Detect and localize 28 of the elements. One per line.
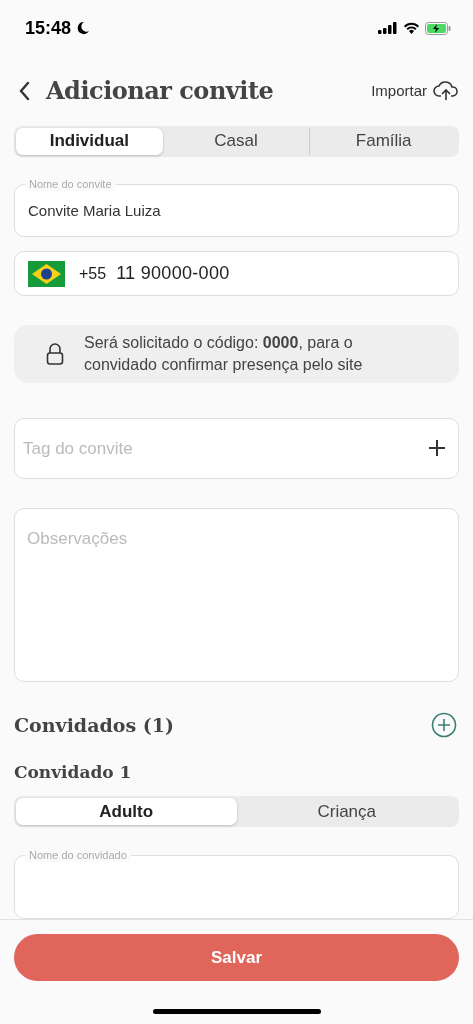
tag-field[interactable]: Tag do convite [14,418,459,480]
page-title: Adicionar convite [46,76,274,106]
wifi-icon [403,22,420,34]
guest-title: Convidado 1 [14,762,133,783]
phone-number: 11 90000-000 [116,263,230,285]
add-circle-icon[interactable] [431,712,457,739]
back-icon[interactable] [18,80,30,101]
signal-icon [378,22,398,34]
age-tab[interactable]: Criança [236,798,457,825]
field-label: Nome do convidado [25,849,131,862]
plus-icon[interactable] [429,440,445,457]
invite-type-tab[interactable]: Casal [162,127,310,155]
moon-icon [76,21,91,35]
status-time: 15:48 [25,17,72,39]
code-notice-text: Será solicitado o código: 0000, para o convidado confirmar presença pelo site [84,333,364,376]
invite-type-tab[interactable]: Família [309,127,457,155]
cloud-upload-icon [433,80,459,101]
invite-type-tab[interactable]: Individual [16,127,163,155]
battery-charging-icon [425,21,451,35]
section-title: Convidados (1) [14,714,174,737]
brazil-flag-icon [28,260,65,287]
phone-field[interactable]: +55 11 90000-000 [14,251,459,297]
field-label: Nome do convite [25,177,116,191]
notes-field[interactable]: Observações [14,508,459,683]
import-button[interactable]: Importar [371,80,459,101]
country-code: +55 [79,264,107,283]
lock-icon [46,343,64,366]
age-tab[interactable]: Adulto [16,798,237,825]
